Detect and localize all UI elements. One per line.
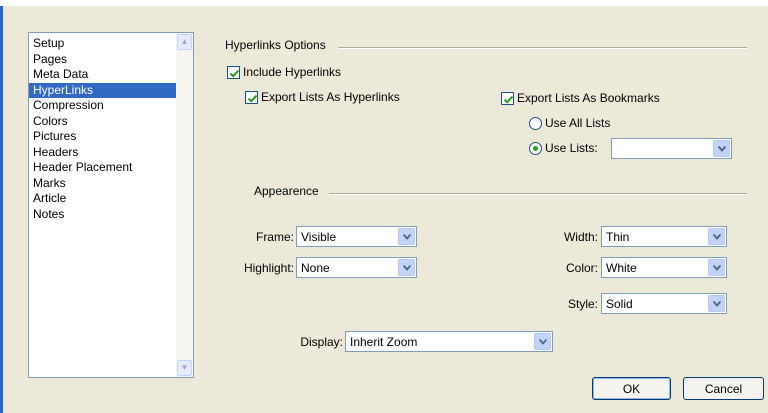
dropdown-arrow-icon[interactable] bbox=[708, 259, 725, 276]
category-items: Setup Pages Meta Data HyperLinks Compression… bbox=[29, 33, 177, 222]
ok-button[interactable]: OK bbox=[592, 377, 671, 400]
use-lists-combobox[interactable] bbox=[611, 138, 732, 159]
checkmark-icon bbox=[501, 91, 514, 105]
highlight-combobox[interactable]: None bbox=[296, 257, 417, 278]
display-label: Display: bbox=[300, 335, 343, 349]
export-lists-as-bookmarks-label: Export Lists As Bookmarks bbox=[517, 91, 660, 105]
category-item-colors[interactable]: Colors bbox=[29, 114, 177, 130]
radio-on-icon bbox=[529, 141, 542, 155]
hyperlinks-options-title: Hyperlinks Options bbox=[225, 38, 326, 52]
category-item-pages[interactable]: Pages bbox=[29, 52, 177, 68]
use-all-lists-radio[interactable]: Use All Lists bbox=[529, 116, 610, 130]
scroll-up-arrow-icon[interactable]: ▲ bbox=[177, 34, 192, 50]
category-item-meta-data[interactable]: Meta Data bbox=[29, 67, 177, 83]
dropdown-arrow-icon[interactable] bbox=[708, 295, 725, 312]
export-lists-as-bookmarks-checkbox[interactable]: Export Lists As Bookmarks bbox=[501, 91, 660, 105]
color-value: White bbox=[606, 261, 637, 275]
export-lists-as-hyperlinks-checkbox[interactable]: Export Lists As Hyperlinks bbox=[245, 90, 400, 104]
use-lists-label: Use Lists: bbox=[545, 141, 598, 155]
category-item-headers[interactable]: Headers bbox=[29, 145, 177, 161]
style-value: Solid bbox=[606, 297, 633, 311]
appearance-title: Appearence bbox=[254, 184, 319, 198]
category-item-marks[interactable]: Marks bbox=[29, 176, 177, 192]
style-combobox[interactable]: Solid bbox=[601, 293, 727, 314]
scroll-down-arrow-icon[interactable]: ▼ bbox=[177, 360, 192, 376]
highlight-value: None bbox=[301, 261, 330, 275]
dropdown-arrow-icon[interactable] bbox=[398, 259, 415, 276]
radio-off-icon bbox=[529, 116, 542, 130]
use-all-lists-label: Use All Lists bbox=[545, 116, 611, 130]
category-item-hyperlinks[interactable]: HyperLinks bbox=[29, 82, 177, 98]
checkmark-icon bbox=[227, 65, 240, 79]
width-value: Thin bbox=[606, 230, 630, 244]
category-item-setup[interactable]: Setup bbox=[29, 36, 177, 52]
highlight-label: Highlight: bbox=[243, 261, 294, 275]
color-combobox[interactable]: White bbox=[601, 257, 727, 278]
frame-combobox[interactable]: Visible bbox=[296, 226, 417, 247]
category-item-article[interactable]: Article bbox=[29, 191, 177, 207]
category-item-compression[interactable]: Compression bbox=[29, 98, 177, 114]
category-item-pictures[interactable]: Pictures bbox=[29, 129, 177, 145]
width-combobox[interactable]: Thin bbox=[601, 226, 727, 247]
dropdown-arrow-icon[interactable] bbox=[713, 140, 730, 157]
display-combobox[interactable]: Inherit Zoom bbox=[345, 331, 553, 352]
display-value: Inherit Zoom bbox=[350, 335, 418, 349]
category-item-header-placement[interactable]: Header Placement bbox=[29, 160, 177, 176]
category-scrollbar[interactable]: ▲ ▼ bbox=[176, 33, 193, 377]
include-hyperlinks-label: Include Hyperlinks bbox=[243, 65, 342, 79]
include-hyperlinks-checkbox[interactable]: Include Hyperlinks bbox=[227, 65, 341, 79]
style-label: Style: bbox=[567, 297, 598, 311]
use-lists-radio[interactable]: Use Lists: bbox=[529, 141, 598, 155]
color-label: Color: bbox=[565, 261, 598, 275]
hyperlinks-options-divider bbox=[338, 47, 747, 49]
category-item-notes[interactable]: Notes bbox=[29, 207, 177, 223]
pdf-export-dialog: Setup Pages Meta Data HyperLinks Compression… bbox=[0, 6, 768, 413]
frame-label: Frame: bbox=[255, 230, 294, 244]
checkmark-icon bbox=[245, 90, 258, 104]
dropdown-arrow-icon[interactable] bbox=[398, 228, 415, 245]
dropdown-arrow-icon[interactable] bbox=[534, 333, 551, 350]
dropdown-arrow-icon[interactable] bbox=[708, 228, 725, 245]
category-list[interactable]: Setup Pages Meta Data HyperLinks Compression… bbox=[28, 32, 194, 378]
frame-value: Visible bbox=[301, 230, 337, 244]
width-label: Width: bbox=[563, 230, 598, 244]
cancel-button[interactable]: Cancel bbox=[683, 377, 764, 400]
export-lists-as-hyperlinks-label: Export Lists As Hyperlinks bbox=[261, 90, 400, 104]
appearance-divider bbox=[329, 193, 747, 195]
